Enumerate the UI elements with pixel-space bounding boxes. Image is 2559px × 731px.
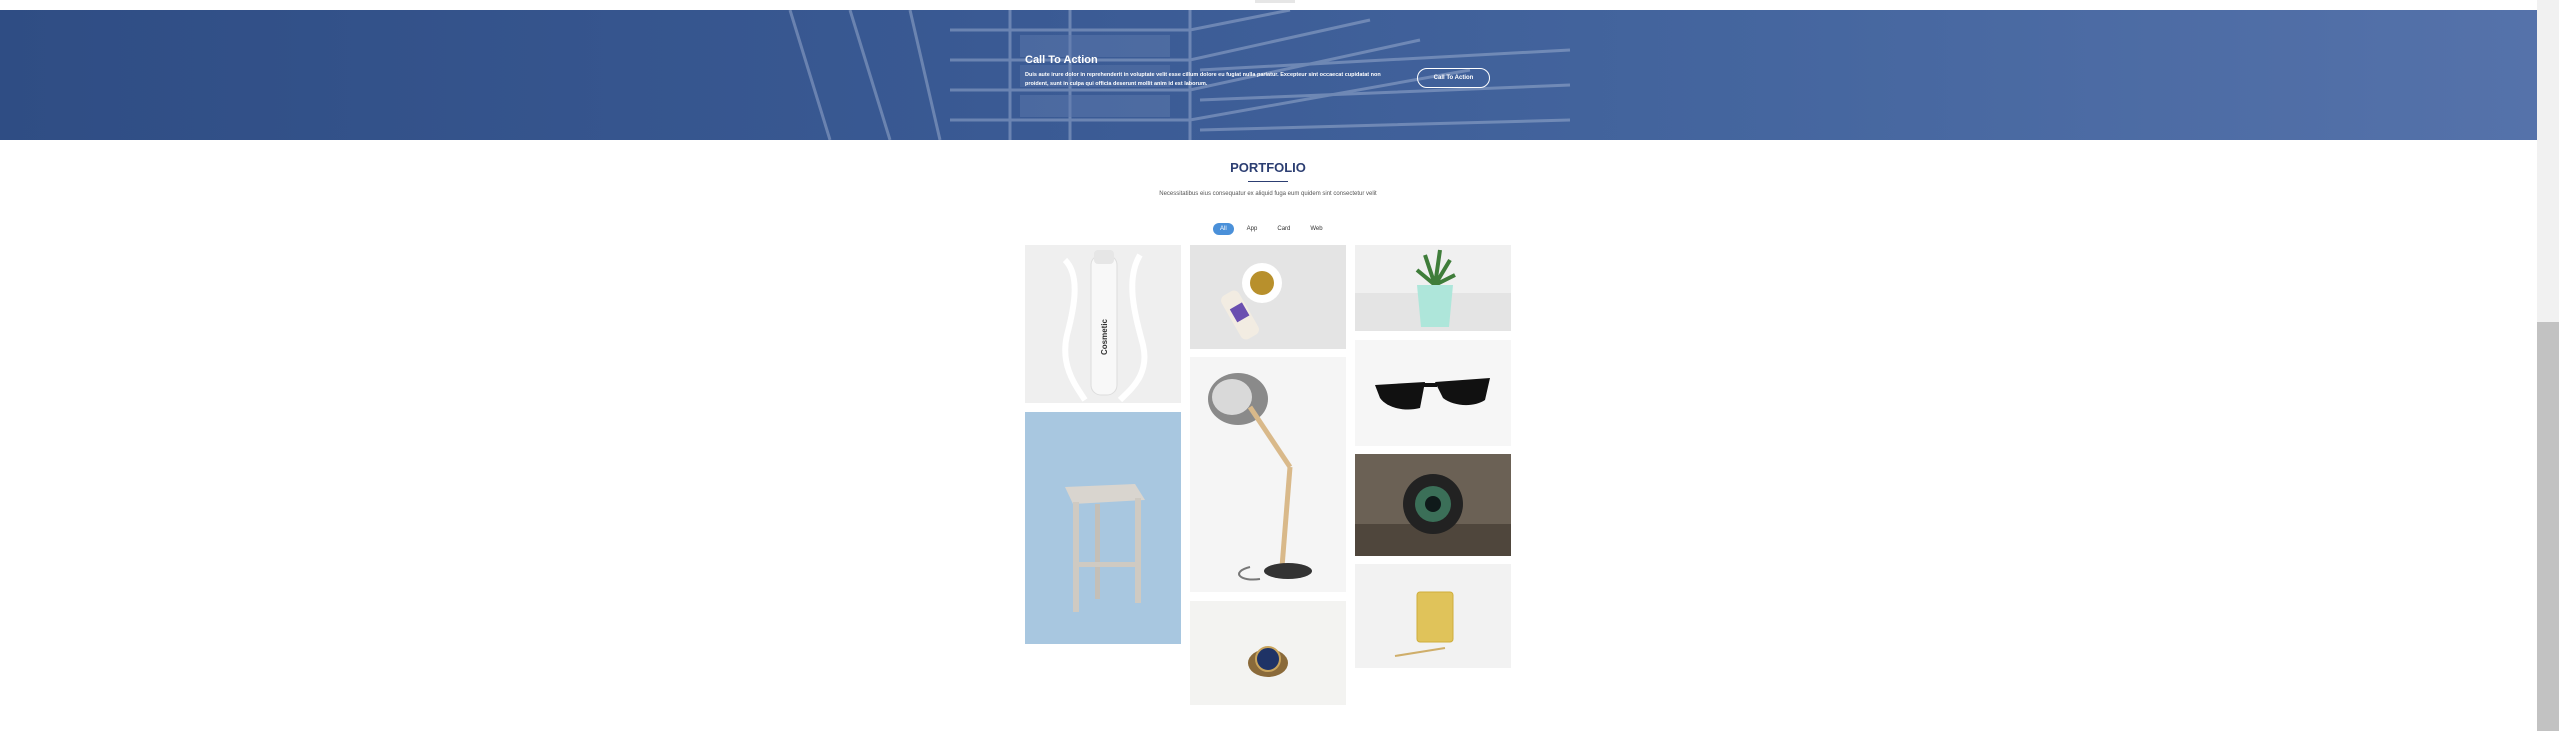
portfolio-item-cosmetic-bottle[interactable]: Cosmetic xyxy=(1025,245,1181,403)
filter-card[interactable]: Card xyxy=(1270,223,1297,235)
portfolio-item-coffee-can[interactable] xyxy=(1190,245,1346,349)
portfolio-filters: All App Card Web xyxy=(1213,223,1330,235)
call-to-action-button[interactable]: Call To Action xyxy=(1417,68,1490,88)
desk-lamp-image xyxy=(1208,373,1312,581)
portfolio-item-desk-lamp[interactable] xyxy=(1190,357,1346,592)
scrollbar-thumb[interactable] xyxy=(2537,322,2559,731)
sunglasses-image xyxy=(1375,378,1490,410)
portfolio-item-plant[interactable] xyxy=(1355,245,1511,331)
portfolio-subtitle: Necessitatibus eius consequatur ex aliqu… xyxy=(1159,191,1377,197)
portfolio-title: PORTFOLIO xyxy=(1230,160,1306,175)
watch-image xyxy=(1248,646,1288,677)
portfolio-item-watch[interactable] xyxy=(1190,601,1346,705)
cta-title: Call To Action xyxy=(1025,54,1098,66)
glass-image xyxy=(1394,591,1454,657)
title-underline xyxy=(1248,181,1288,182)
portfolio-item-glass[interactable] xyxy=(1355,564,1511,668)
call-to-action-section: Call To Action Duis aute irure dolor in … xyxy=(0,10,2537,140)
portfolio-item-stool[interactable] xyxy=(1025,412,1181,644)
filter-app[interactable]: App xyxy=(1240,223,1265,235)
filter-web[interactable]: Web xyxy=(1303,223,1329,235)
top-strip xyxy=(0,0,2537,10)
cta-description: Duis aute irure dolor in reprehenderit i… xyxy=(1025,72,1381,87)
bottle-brand-label: Cosmetic xyxy=(1100,318,1109,355)
top-nub xyxy=(1255,0,1295,3)
stool-image xyxy=(1065,484,1145,612)
portfolio-item-sunglasses[interactable] xyxy=(1355,340,1511,446)
plant-image xyxy=(1355,249,1511,331)
cosmetic-bottle-image: Cosmetic xyxy=(1062,250,1148,403)
filter-all[interactable]: All xyxy=(1213,223,1234,235)
camera-lens-image xyxy=(1355,474,1511,556)
portfolio-item-camera-lens[interactable] xyxy=(1355,454,1511,556)
coffee-can-image xyxy=(1221,263,1282,340)
